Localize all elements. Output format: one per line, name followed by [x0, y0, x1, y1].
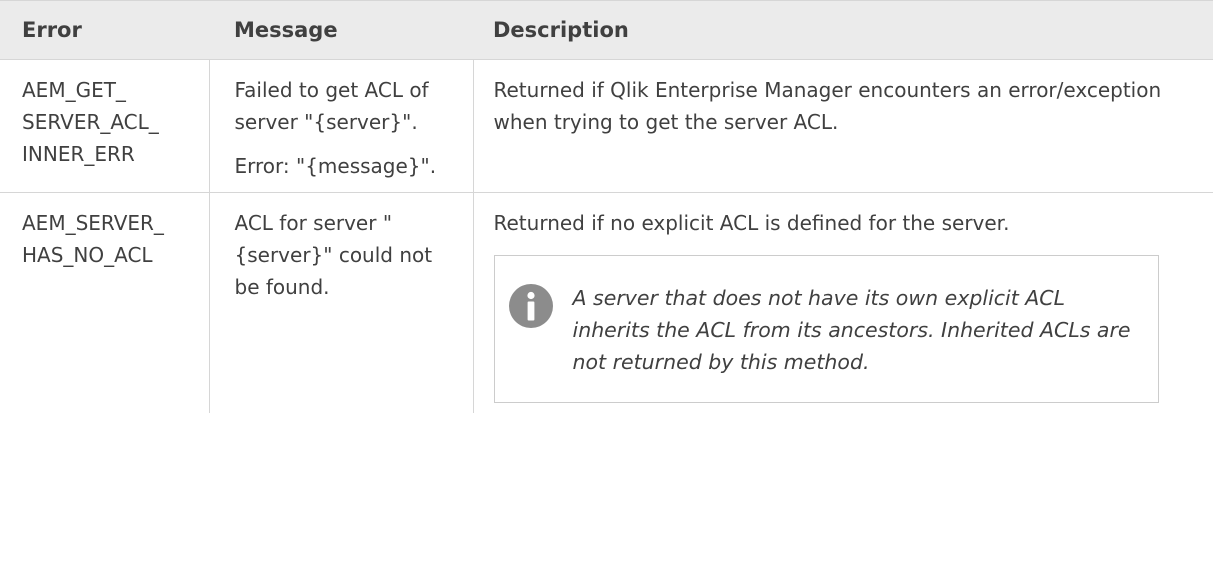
error-code-line: INNER_ERR [22, 142, 135, 166]
header-row: Error Message Description [0, 0, 1213, 60]
table-row: AEM_SERVER_ HAS_NO_ACL ACL for server "{… [0, 192, 1213, 414]
header-description: Description [473, 0, 1213, 60]
error-codes-table: Error Message Description AEM_GET_ SERVE… [0, 0, 1213, 413]
message-text: ACL for server "{server}" could not be f… [234, 211, 433, 299]
note-text: A server that does not have its own expl… [572, 286, 1131, 374]
note-callout: A server that does not have its own expl… [493, 255, 1159, 403]
message-cell: Failed to get ACL of server "{server}". … [209, 59, 474, 193]
table-header: Error Message Description [0, 0, 1213, 60]
table-row: AEM_GET_ SERVER_ACL_ INNER_ERR Failed to… [0, 59, 1213, 193]
description-text: Returned if Qlik Enterprise Manager enco… [493, 78, 1162, 134]
error-codes-table-container: Error Message Description AEM_GET_ SERVE… [0, 0, 1213, 413]
message-text: Error: "{message}". [234, 154, 437, 178]
header-message: Message [209, 0, 473, 60]
message-cell: ACL for server "{server}" could not be f… [209, 192, 474, 413]
error-code-line: AEM_SERVER_ [22, 211, 164, 235]
error-code-cell: AEM_GET_ SERVER_ACL_ INNER_ERR [0, 59, 210, 193]
table-body: AEM_GET_ SERVER_ACL_ INNER_ERR Failed to… [0, 59, 1213, 414]
header-error: Error [0, 0, 209, 60]
description-text: Returned if no explicit ACL is defined f… [493, 211, 1010, 235]
description-cell: Returned if Qlik Enterprise Manager enco… [473, 59, 1213, 193]
message-text: Failed to get ACL of server "{server}". [234, 78, 429, 134]
info-icon [508, 284, 553, 328]
description-cell: Returned if no explicit ACL is defined f… [473, 193, 1213, 414]
error-code-line: SERVER_ACL_ [22, 110, 159, 134]
error-code-line: HAS_NO_ACL [22, 243, 153, 267]
error-code-cell: AEM_SERVER_ HAS_NO_ACL [0, 192, 210, 413]
error-code-line: AEM_GET_ [22, 78, 126, 102]
